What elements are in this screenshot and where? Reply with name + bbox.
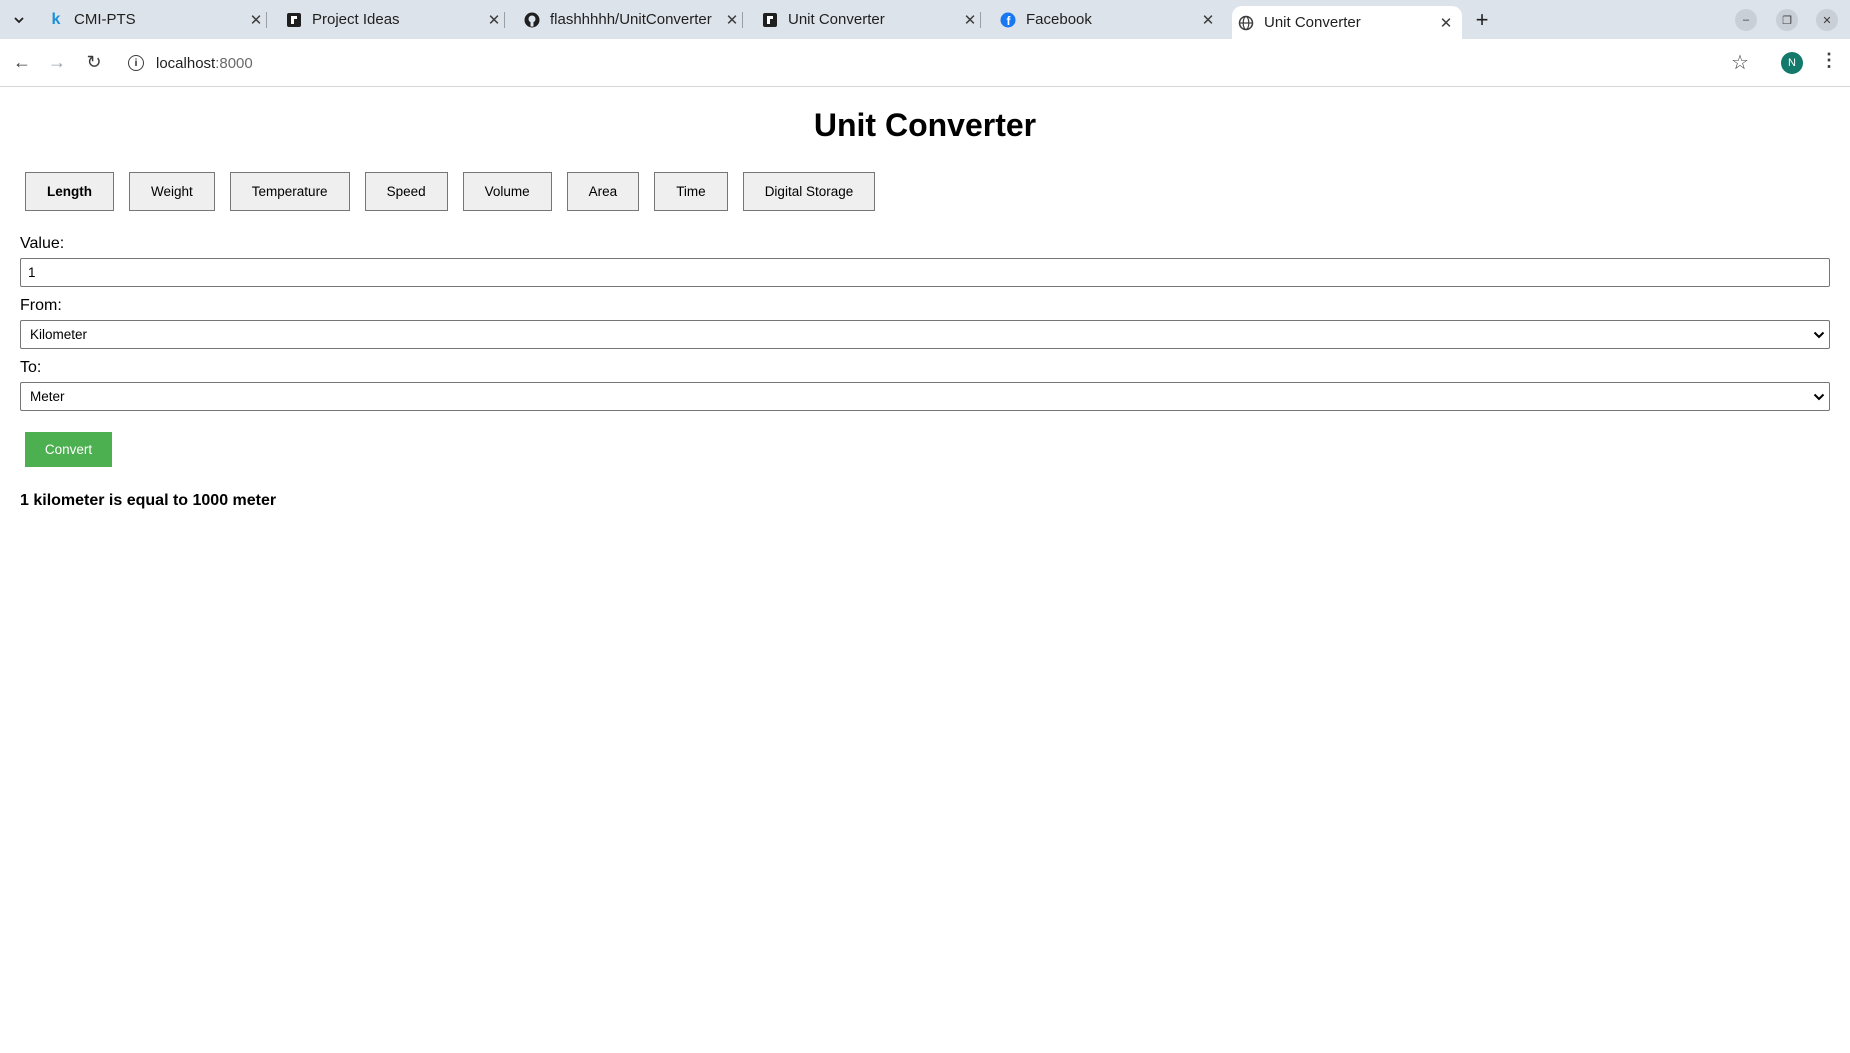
restore-icon: ❐	[1782, 14, 1792, 27]
category-time-button[interactable]: Time	[654, 172, 728, 211]
new-tab-button[interactable]: +	[1470, 7, 1494, 32]
category-volume-button[interactable]: Volume	[462, 172, 552, 211]
tab-github-unitconverter[interactable]: flashhhhh/UnitConverter ✕	[524, 0, 743, 39]
address-host: localhost	[156, 54, 216, 72]
close-icon[interactable]: ✕	[722, 10, 742, 30]
restore-button[interactable]: ❐	[1776, 9, 1798, 31]
category-area-button[interactable]: Area	[566, 172, 640, 211]
tab-search-button[interactable]	[7, 8, 31, 32]
bookmark-star-icon[interactable]: ☆	[1731, 50, 1749, 75]
more-options-icon[interactable]: ⋮	[1820, 50, 1838, 71]
info-icon[interactable]: i	[128, 55, 144, 71]
address-bar[interactable]: i localhost:8000	[118, 45, 1758, 81]
to-label: To:	[20, 359, 42, 376]
plus-icon: +	[1475, 7, 1489, 32]
reload-button[interactable]: ↻	[83, 51, 105, 73]
tab-separator	[742, 12, 743, 28]
chevron-down-icon	[14, 17, 24, 24]
category-digital-storage-button[interactable]: Digital Storage	[742, 172, 876, 211]
github-icon	[524, 12, 540, 28]
replit-icon	[286, 12, 302, 28]
arrow-left-icon: ←	[13, 51, 31, 72]
from-label: From:	[20, 297, 62, 314]
tab-cmi-pts[interactable]: k CMI-PTS ✕	[48, 0, 267, 39]
convert-button[interactable]: Convert	[25, 432, 112, 467]
profile-avatar[interactable]: N	[1781, 52, 1803, 74]
close-icon[interactable]: ✕	[246, 10, 266, 30]
tab-title: Unit Converter	[1264, 14, 1361, 31]
value-label: Value:	[20, 235, 65, 252]
category-weight-button[interactable]: Weight	[129, 172, 215, 211]
from-unit-select[interactable]: Kilometer	[20, 320, 1830, 349]
tab-separator	[504, 12, 505, 28]
category-speed-button[interactable]: Speed	[364, 172, 448, 211]
minimize-button[interactable]: –	[1735, 9, 1757, 31]
arrow-right-icon: →	[48, 51, 66, 72]
globe-icon	[1238, 15, 1254, 31]
tab-title: CMI-PTS	[74, 11, 136, 28]
tab-project-ideas[interactable]: Project Ideas ✕	[286, 0, 505, 39]
tab-strip: k CMI-PTS ✕ Project Ideas ✕ flashhhhh/Un…	[0, 0, 1850, 39]
page-content: Unit Converter Length Weight Temperature…	[0, 87, 1850, 1053]
conversion-result: 1 kilometer is equal to 1000 meter	[20, 492, 277, 509]
from-unit-selected: Kilometer	[30, 327, 88, 342]
to-unit-select[interactable]: Meter	[20, 382, 1830, 411]
tab-title: Project Ideas	[312, 11, 400, 28]
close-window-button[interactable]: ✕	[1816, 9, 1838, 31]
reload-icon: ↻	[86, 51, 102, 72]
close-icon[interactable]: ✕	[484, 10, 504, 30]
tab-title: flashhhhh/UnitConverter	[550, 11, 712, 28]
tab-title: Unit Converter	[788, 11, 885, 28]
value-input-text: 1	[28, 265, 36, 280]
replit-icon	[762, 12, 778, 28]
category-temperature-button[interactable]: Temperature	[229, 172, 350, 211]
close-icon[interactable]: ✕	[1436, 13, 1456, 33]
value-input[interactable]: 1	[20, 258, 1830, 287]
close-icon: ✕	[1822, 14, 1832, 27]
chevron-down-icon	[1809, 328, 1829, 342]
tab-facebook[interactable]: f Facebook ✕	[1000, 0, 1218, 39]
k-logo-icon: k	[51, 10, 61, 28]
tab-unit-converter-replit[interactable]: Unit Converter ✕	[762, 0, 981, 39]
to-unit-selected: Meter	[30, 389, 65, 404]
back-button[interactable]: ←	[11, 51, 33, 73]
tab-separator	[980, 12, 981, 28]
close-icon[interactable]: ✕	[960, 10, 980, 30]
tab-title: Facebook	[1026, 11, 1092, 28]
close-icon[interactable]: ✕	[1198, 10, 1218, 30]
category-buttons: Length Weight Temperature Speed Volume A…	[25, 172, 890, 211]
page-title: Unit Converter	[813, 107, 1037, 143]
forward-button[interactable]: →	[46, 51, 68, 73]
facebook-icon: f	[1000, 12, 1016, 28]
minimize-icon: –	[1742, 14, 1750, 26]
chevron-down-icon	[1809, 390, 1829, 404]
address-port: :8000	[215, 54, 253, 72]
browser-toolbar: ← → ↻ i localhost:8000 ☆ N ⋮	[0, 39, 1850, 87]
tab-separator	[266, 12, 267, 28]
category-length-button[interactable]: Length	[25, 172, 114, 211]
tab-unit-converter-active[interactable]: Unit Converter ✕	[1232, 6, 1462, 39]
